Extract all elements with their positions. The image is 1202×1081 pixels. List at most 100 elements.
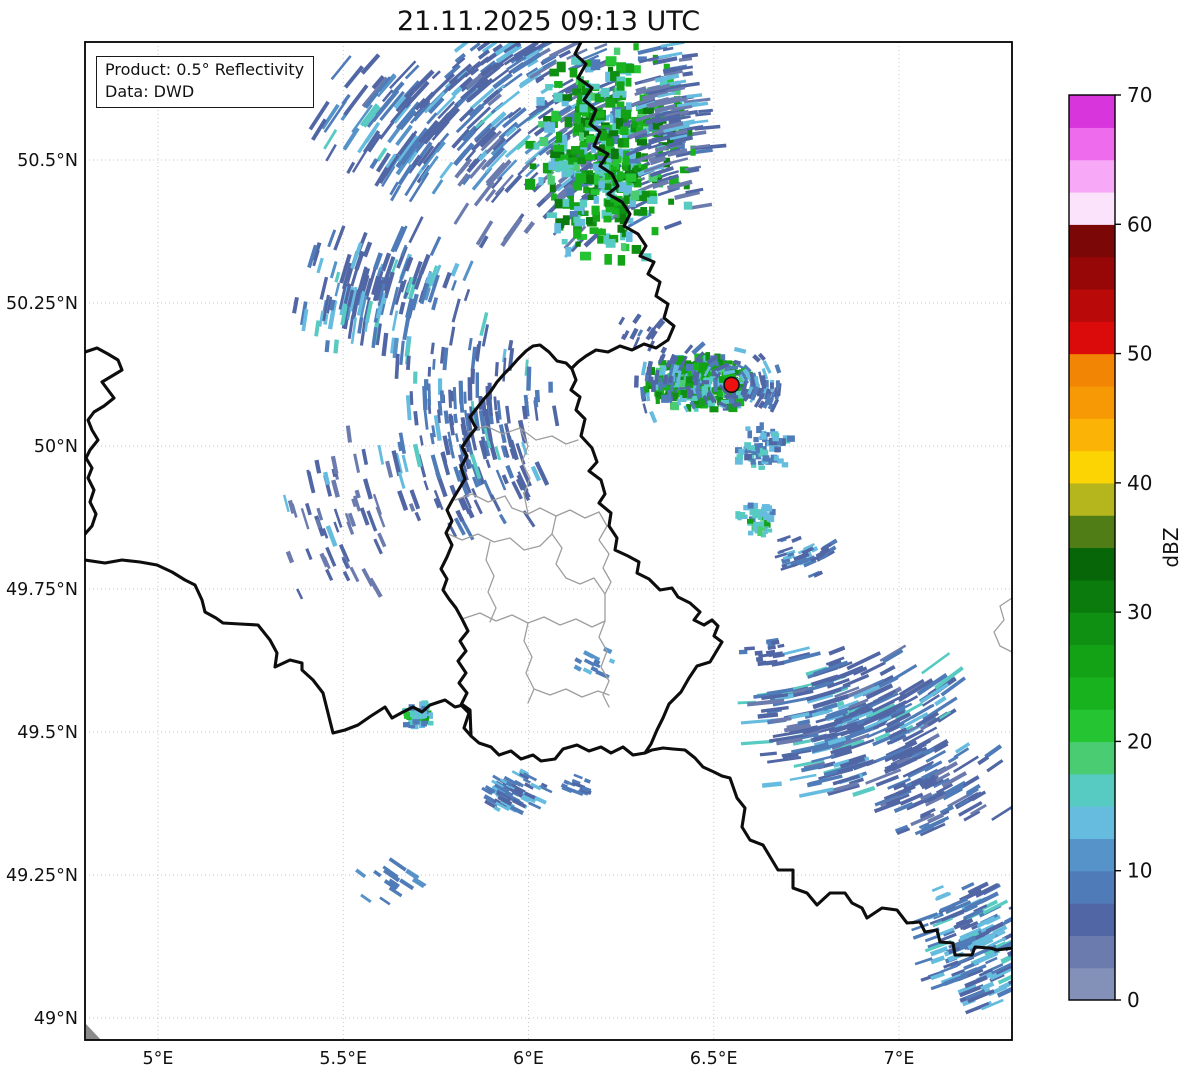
echo-mark [579, 132, 585, 142]
echo-mark [625, 77, 632, 87]
echo-mark [554, 80, 563, 88]
echo-mark [544, 122, 556, 133]
colorbar-segment [1069, 644, 1115, 678]
colorbar-segment [1069, 676, 1115, 710]
echo-mark [640, 207, 648, 216]
echo-mark [598, 180, 605, 189]
echo-mark [641, 190, 650, 198]
echo-mark [554, 223, 561, 234]
echo-mark [427, 720, 434, 726]
echo-mark [747, 445, 756, 451]
colorbar-tick-label: 30 [1127, 600, 1152, 624]
echo-mark [562, 94, 573, 101]
echo-mark [605, 56, 617, 66]
echo-mark [616, 81, 625, 91]
colorbar-segment [1069, 741, 1115, 775]
echo-mark [773, 455, 779, 461]
echo-mark [569, 210, 579, 217]
echo-mark [585, 217, 593, 225]
y-tick-label: 49°N [34, 1009, 78, 1029]
echo-mark [413, 371, 418, 384]
annotation-data-line: Data: DWD [105, 82, 195, 101]
echo-mark [561, 238, 568, 245]
echo-mark [591, 205, 600, 215]
echo-mark [754, 650, 763, 656]
echo-mark [605, 206, 615, 213]
echo-mark [414, 712, 419, 721]
echo-mark [556, 131, 563, 143]
echo-mark [596, 111, 605, 118]
x-tick-label: 5.5°E [319, 1049, 367, 1069]
y-tick-label: 50°N [34, 437, 78, 457]
echo-mark [412, 719, 420, 725]
echo-mark [615, 109, 621, 118]
echo-mark [529, 163, 537, 170]
colorbar-segment [1069, 579, 1115, 613]
echo-mark [636, 139, 648, 146]
echo-mark [625, 231, 633, 243]
colorbar-segment [1069, 967, 1115, 1001]
echo-mark [533, 142, 540, 150]
product-annotation: Product: 0.5° Reflectivity Data: DWD [96, 56, 315, 108]
echo-mark [620, 243, 627, 251]
colorbar-segment [1069, 191, 1115, 225]
echo-mark [662, 374, 669, 385]
echo-mark [633, 375, 639, 388]
colorbar-tick-label: 40 [1127, 471, 1152, 495]
y-tick-label: 50.25°N [6, 294, 78, 314]
echo-mark [564, 117, 573, 128]
echo-mark [573, 123, 584, 132]
echo-mark [605, 98, 616, 108]
x-tick-label: 6°E [513, 1049, 544, 1069]
echo-mark [551, 110, 559, 122]
echo-mark [655, 397, 660, 404]
echo-mark [764, 504, 770, 512]
colorbar-tick-label: 10 [1127, 859, 1152, 883]
echo-mark [402, 722, 411, 728]
colorbar: 0 10 20 30 40 50 60 70 dBZ [1068, 83, 1183, 1012]
echo-mark [575, 173, 587, 184]
y-tick-label: 50.5°N [17, 151, 78, 171]
echo-mark [753, 436, 759, 443]
echo-mark [633, 209, 641, 216]
echo-mark [569, 67, 578, 78]
echo-mark [744, 646, 755, 651]
echo-mark [1011, 935, 1012, 945]
echo-mark [575, 241, 581, 247]
echo-mark [633, 165, 639, 173]
echo-mark [701, 386, 709, 394]
echo-mark [758, 465, 765, 470]
echo-mark [762, 455, 770, 462]
colorbar-segment [1069, 482, 1115, 516]
echo-mark [600, 87, 610, 97]
colorbar-segment [1069, 224, 1115, 258]
echo-mark [701, 380, 710, 385]
echo-mark [769, 382, 774, 389]
echo-mark [598, 228, 606, 236]
echo-mark [650, 376, 654, 384]
echo-mark [467, 377, 473, 401]
colorbar-segment [1069, 418, 1115, 452]
echo-mark [772, 435, 779, 442]
echo-mark [755, 521, 763, 527]
echo-mark [736, 454, 744, 460]
echo-mark [781, 462, 789, 468]
colorbar-segment [1069, 288, 1115, 322]
colorbar-segment [1069, 903, 1115, 936]
echo-mark [593, 195, 599, 204]
echo-mark [566, 169, 572, 178]
colorbar-segment [1069, 256, 1115, 290]
echo-mark [555, 163, 561, 173]
colorbar-segment [1069, 127, 1115, 161]
echo-mark [589, 227, 599, 235]
colorbar-tick-label: 0 [1127, 988, 1140, 1012]
echo-mark [668, 198, 675, 205]
x-tick-label: 5°E [143, 1049, 174, 1069]
echo-mark [553, 144, 565, 152]
echo-mark [713, 377, 718, 392]
echo-mark [709, 406, 719, 413]
plot-background [85, 42, 1012, 1040]
echo-mark [766, 514, 775, 523]
echo-mark [651, 227, 659, 236]
echo-mark [597, 235, 604, 244]
